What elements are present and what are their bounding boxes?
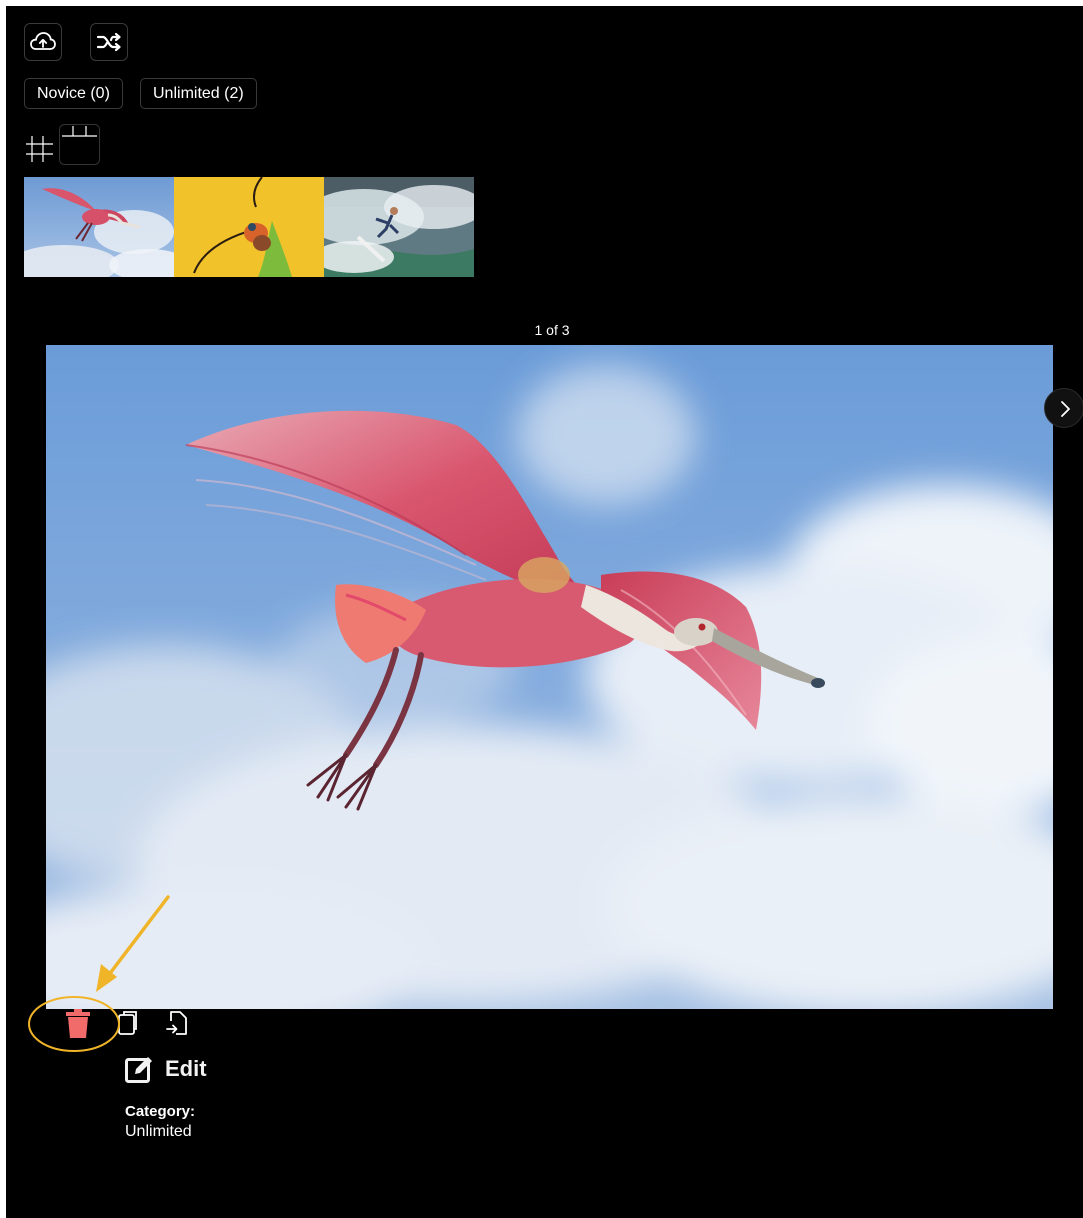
category-label: Category: [125,1103,196,1120]
upload-button[interactable] [24,23,62,61]
thumbnail-spoonbill[interactable] [24,177,174,277]
delete-button[interactable] [66,1009,90,1044]
shuffle-icon [96,32,121,52]
app-frame: Novice (0) Unlimited (2) 1 of 3 Edit Cat… [6,6,1083,1218]
category-value: Unlimited [125,1123,192,1140]
column-view-toggle[interactable] [59,124,101,171]
image-counter: 1 of 3 [534,322,570,338]
columns-view-icon [59,124,100,165]
cloud-upload-icon [30,32,56,50]
move-file-icon [166,1011,187,1035]
thumbnail-surfer[interactable] [324,177,474,277]
tab-unlimited[interactable]: Unlimited (2) [140,78,257,109]
thumbnail-strip [24,177,475,277]
tab-novice[interactable]: Novice (0) [24,78,123,109]
edit-icon [125,1057,152,1083]
copy-button[interactable] [117,1009,139,1042]
move-button[interactable] [165,1009,189,1042]
trash-icon [66,1009,90,1038]
chevron-right-icon [1061,401,1070,417]
edit-label: Edit [165,1056,207,1081]
thumbnail-insect[interactable] [174,177,324,277]
main-photo [46,345,1053,1009]
grid-view-icon [26,136,53,162]
shuffle-button[interactable] [90,23,128,61]
copy-icon [118,1011,137,1035]
grid-view-toggle[interactable] [24,124,54,169]
edit-button[interactable]: Edit [125,1055,207,1083]
next-image-button[interactable] [1044,388,1083,428]
